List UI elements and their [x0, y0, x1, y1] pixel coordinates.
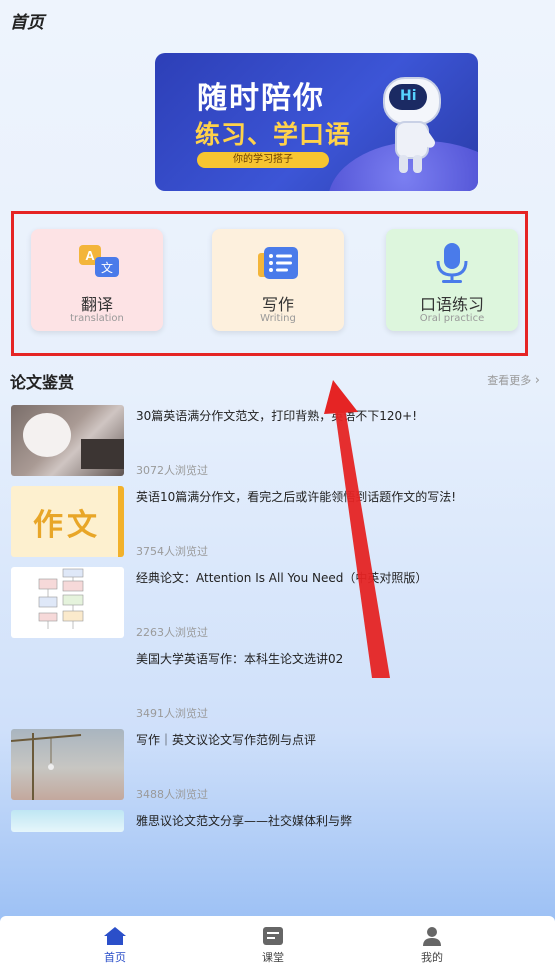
page-title: 首页: [10, 13, 44, 33]
oral-practice-sublabel: Oral practice: [419, 313, 485, 324]
view-more-label: 查看更多: [487, 374, 532, 387]
bottom-tab-bar: 首页 课堂 我的: [0, 916, 555, 974]
tab-profile-label: 我的: [421, 951, 443, 964]
oral-practice-label: 口语练习: [419, 295, 484, 314]
article-title: 雅思议论文范文分享——社交媒体利与弊: [136, 814, 353, 828]
writing-sublabel: Writing: [260, 313, 296, 324]
tab-home[interactable]: 首页: [75, 926, 155, 965]
list-item[interactable]: 30篇英语满分作文范文，打印背熟，英语不下120+! 3072人浏览过: [0, 405, 555, 485]
classroom-icon: [263, 927, 283, 945]
translate-sublabel: translation: [70, 313, 124, 324]
list-item[interactable]: 写作｜英文议论文写作范例与点评 3488人浏览过: [0, 729, 555, 809]
article-title: 30篇英语满分作文范文，打印背熟，英语不下120+!: [136, 409, 418, 423]
list-item[interactable]: 经典论文：Attention Is All You Need（中英对照版） 22…: [0, 567, 555, 647]
thumbnail-text: 作文: [33, 508, 101, 543]
promo-banner[interactable]: 随时陪你 练习、学口语 你的学习搭子 Hi: [155, 53, 478, 191]
robot-illustration: Hi: [377, 71, 447, 181]
article-thumbnail: [11, 729, 124, 800]
list-item[interactable]: 作文 英语10篇满分作文，看完之后或许能领悟到话题作文的写法! 3754人浏览过: [0, 486, 555, 566]
feature-highlight-box: A 文 翻译 translation 写作 Writing 口语练习 Oral …: [11, 211, 528, 356]
article-title: 英语10篇满分作文，看完之后或许能领悟到话题作文的写法!: [136, 490, 457, 504]
translate-icon: A 文: [79, 245, 119, 277]
article-thumbnail: 作文: [11, 486, 124, 557]
article-thumbnail: [11, 405, 124, 476]
oral-practice-card[interactable]: 口语练习 Oral practice: [386, 229, 518, 331]
robot-greeting: Hi: [400, 88, 417, 104]
writing-card[interactable]: 写作 Writing: [212, 229, 344, 331]
tab-profile[interactable]: 我的: [392, 926, 472, 965]
article-title: 写作｜英文议论文写作范例与点评: [136, 733, 317, 747]
writing-icon: [258, 247, 298, 279]
article-thumbnail: [11, 810, 124, 832]
section-title: 论文鉴赏: [10, 373, 75, 392]
tab-classroom-label: 课堂: [262, 951, 284, 964]
view-more-link[interactable]: 查看更多 ›: [487, 372, 540, 388]
chevron-right-icon: ›: [534, 373, 540, 388]
list-item[interactable]: 雅思议论文范文分享——社交媒体利与弊: [0, 810, 555, 890]
translate-card[interactable]: A 文 翻译 translation: [31, 229, 163, 331]
article-title: 美国大学英语写作：本科生论文选讲02: [136, 652, 344, 666]
svg-text:文: 文: [101, 260, 113, 275]
home-icon: [104, 927, 126, 945]
writing-label: 写作: [261, 295, 294, 314]
banner-headline: 随时陪你: [197, 81, 325, 116]
tab-home-label: 首页: [104, 951, 126, 964]
article-views: 3491人浏览过: [136, 707, 208, 720]
article-title: 经典论文：Attention Is All You Need（中英对照版）: [136, 571, 428, 585]
article-views: 3488人浏览过: [136, 788, 208, 801]
article-views: 3072人浏览过: [136, 464, 208, 477]
article-thumbnail: [11, 567, 124, 638]
banner-tag: 你的学习搭子: [197, 152, 329, 168]
svg-text:A: A: [85, 248, 95, 263]
microphone-icon: [436, 243, 468, 283]
tab-classroom[interactable]: 课堂: [233, 926, 313, 965]
list-item[interactable]: 美国大学英语写作：本科生论文选讲02 3491人浏览过: [0, 648, 555, 728]
article-views: 3754人浏览过: [136, 545, 208, 558]
profile-icon: [423, 927, 441, 946]
banner-subheadline: 练习、学口语: [195, 120, 352, 149]
translate-label: 翻译: [80, 295, 113, 314]
article-views: 2263人浏览过: [136, 626, 208, 639]
